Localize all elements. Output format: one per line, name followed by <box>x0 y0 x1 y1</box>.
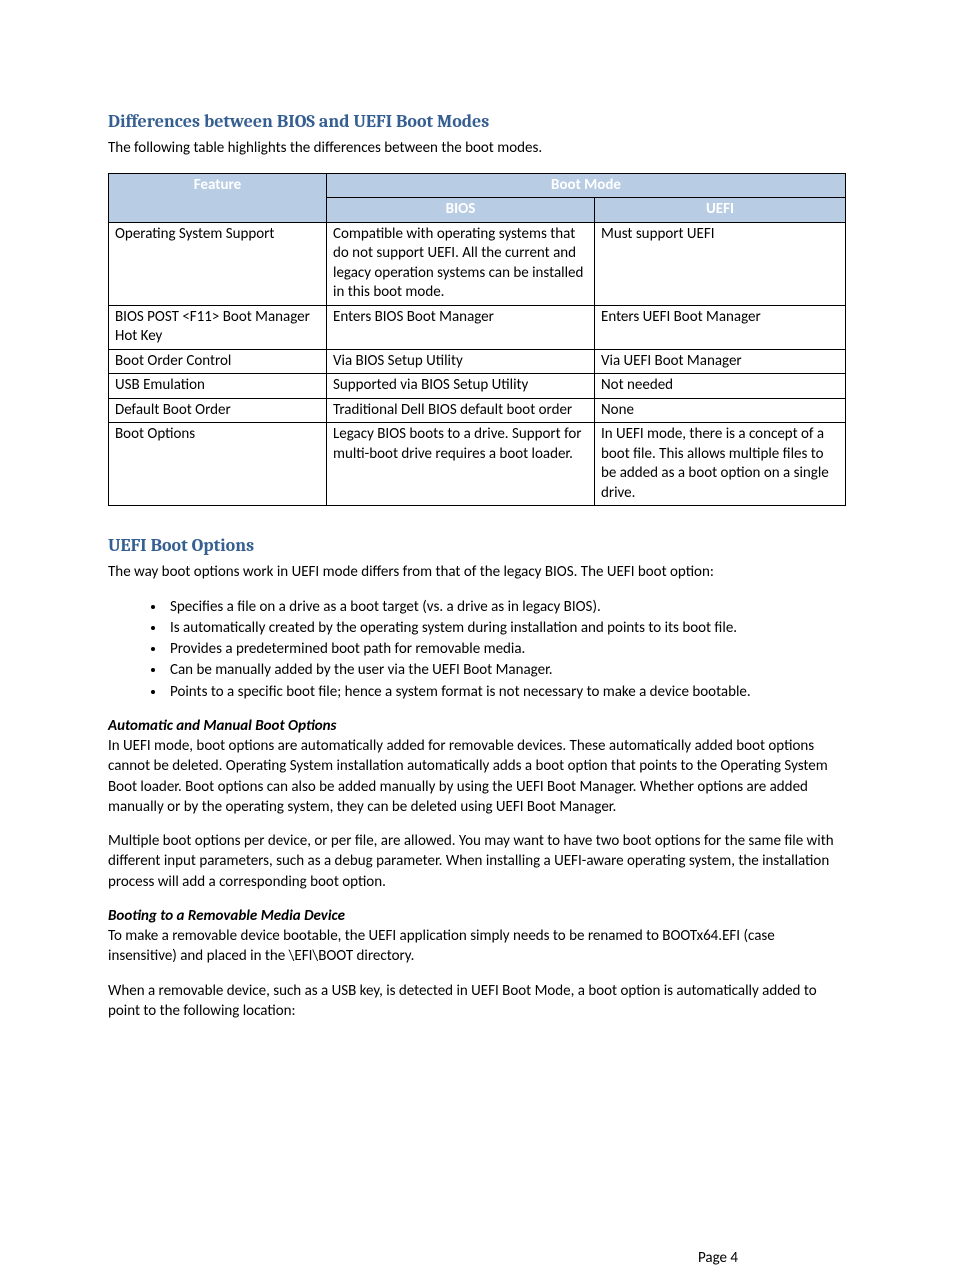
list-item: Specifies a file on a drive as a boot ta… <box>166 597 846 617</box>
cell-uefi: Via UEFI Boot Manager <box>595 349 846 374</box>
cell-uefi: Not needed <box>595 374 846 399</box>
cell-bios: Enters BIOS Boot Manager <box>327 305 595 349</box>
table-row: BIOS POST <F11> Boot Manager Hot Key Ent… <box>109 305 846 349</box>
paragraph: When a removable device, such as a USB k… <box>108 981 846 1022</box>
th-bootmode: Boot Mode <box>327 173 846 198</box>
section-heading-differences: Differences between BIOS and UEFI Boot M… <box>108 110 846 134</box>
cell-feature: Boot Order Control <box>109 349 327 374</box>
cell-bios: Compatible with operating systems that d… <box>327 222 595 305</box>
bullet-list: Specifies a file on a drive as a boot ta… <box>108 597 846 702</box>
section-heading-uefi-boot-options: UEFI Boot Options <box>108 534 846 558</box>
th-uefi: UEFI <box>595 198 846 223</box>
cell-bios: Traditional Dell BIOS default boot order <box>327 398 595 423</box>
paragraph: To make a removable device bootable, the… <box>108 926 846 967</box>
table-row: Boot Order Control Via BIOS Setup Utilit… <box>109 349 846 374</box>
table-row: Default Boot Order Traditional Dell BIOS… <box>109 398 846 423</box>
cell-feature: Operating System Support <box>109 222 327 305</box>
subheading-automatic-manual: Automatic and Manual Boot Options <box>108 716 846 736</box>
table-body: Operating System Support Compatible with… <box>109 222 846 506</box>
list-item: Is automatically created by the operatin… <box>166 618 846 638</box>
cell-feature: USB Emulation <box>109 374 327 399</box>
list-item: Provides a predetermined boot path for r… <box>166 639 846 659</box>
intro-paragraph-1: The following table highlights the diffe… <box>108 138 846 158</box>
list-item: Can be manually added by the user via th… <box>166 660 846 680</box>
th-bios: BIOS <box>327 198 595 223</box>
comparison-table: Feature Boot Mode BIOS UEFI Operating Sy… <box>108 173 846 507</box>
cell-bios: Supported via BIOS Setup Utility <box>327 374 595 399</box>
list-item: Points to a specific boot file; hence a … <box>166 682 846 702</box>
paragraph: In UEFI mode, boot options are automatic… <box>108 736 846 817</box>
cell-feature: BIOS POST <F11> Boot Manager Hot Key <box>109 305 327 349</box>
paragraph: Multiple boot options per device, or per… <box>108 831 846 892</box>
cell-feature: Boot Options <box>109 423 327 506</box>
cell-bios: Legacy BIOS boots to a drive. Support fo… <box>327 423 595 506</box>
table-row: USB Emulation Supported via BIOS Setup U… <box>109 374 846 399</box>
cell-uefi: Enters UEFI Boot Manager <box>595 305 846 349</box>
table-row: Operating System Support Compatible with… <box>109 222 846 305</box>
cell-uefi: In UEFI mode, there is a concept of a bo… <box>595 423 846 506</box>
th-feature: Feature <box>109 173 327 222</box>
intro-paragraph-2: The way boot options work in UEFI mode d… <box>108 562 846 582</box>
cell-uefi: Must support UEFI <box>595 222 846 305</box>
page-footer: Page 4 <box>698 1248 738 1268</box>
cell-bios: Via BIOS Setup Utility <box>327 349 595 374</box>
cell-uefi: None <box>595 398 846 423</box>
table-row: Boot Options Legacy BIOS boots to a driv… <box>109 423 846 506</box>
cell-feature: Default Boot Order <box>109 398 327 423</box>
subheading-booting-removable: Booting to a Removable Media Device <box>108 906 846 926</box>
